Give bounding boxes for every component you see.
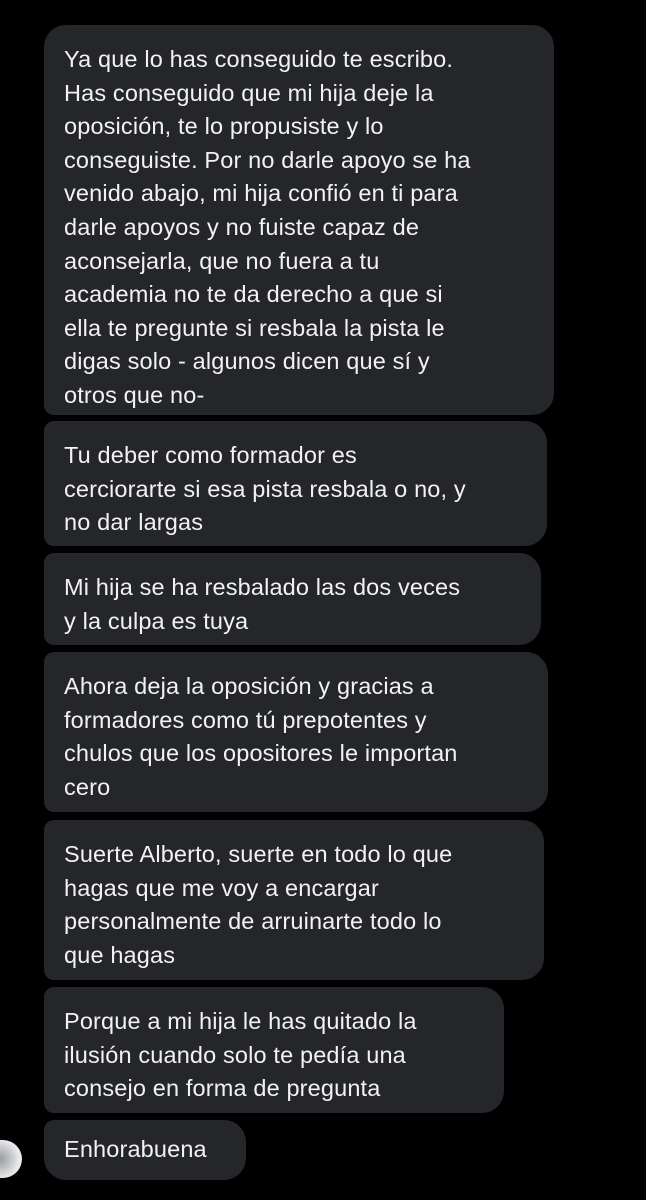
message-bubble[interactable]: Enhorabuena bbox=[44, 1120, 246, 1180]
message-bubble[interactable]: Porque a mi hija le has quitado la ilusi… bbox=[44, 987, 504, 1113]
message-bubble[interactable]: Ya que lo has conseguido te escribo. Has… bbox=[44, 25, 554, 415]
message-bubble[interactable]: Ahora deja la oposición y gracias a form… bbox=[44, 652, 548, 812]
message-bubble[interactable]: Tu deber como formador es cerciorarte si… bbox=[44, 421, 547, 546]
message-bubble[interactable]: Mi hija se ha resbalado las dos veces y … bbox=[44, 553, 541, 645]
message-bubble[interactable]: Suerte Alberto, suerte en todo lo que ha… bbox=[44, 820, 544, 980]
message-thread: Ya que lo has conseguido te escribo. Has… bbox=[0, 0, 646, 1200]
sender-avatar[interactable] bbox=[0, 1140, 22, 1178]
